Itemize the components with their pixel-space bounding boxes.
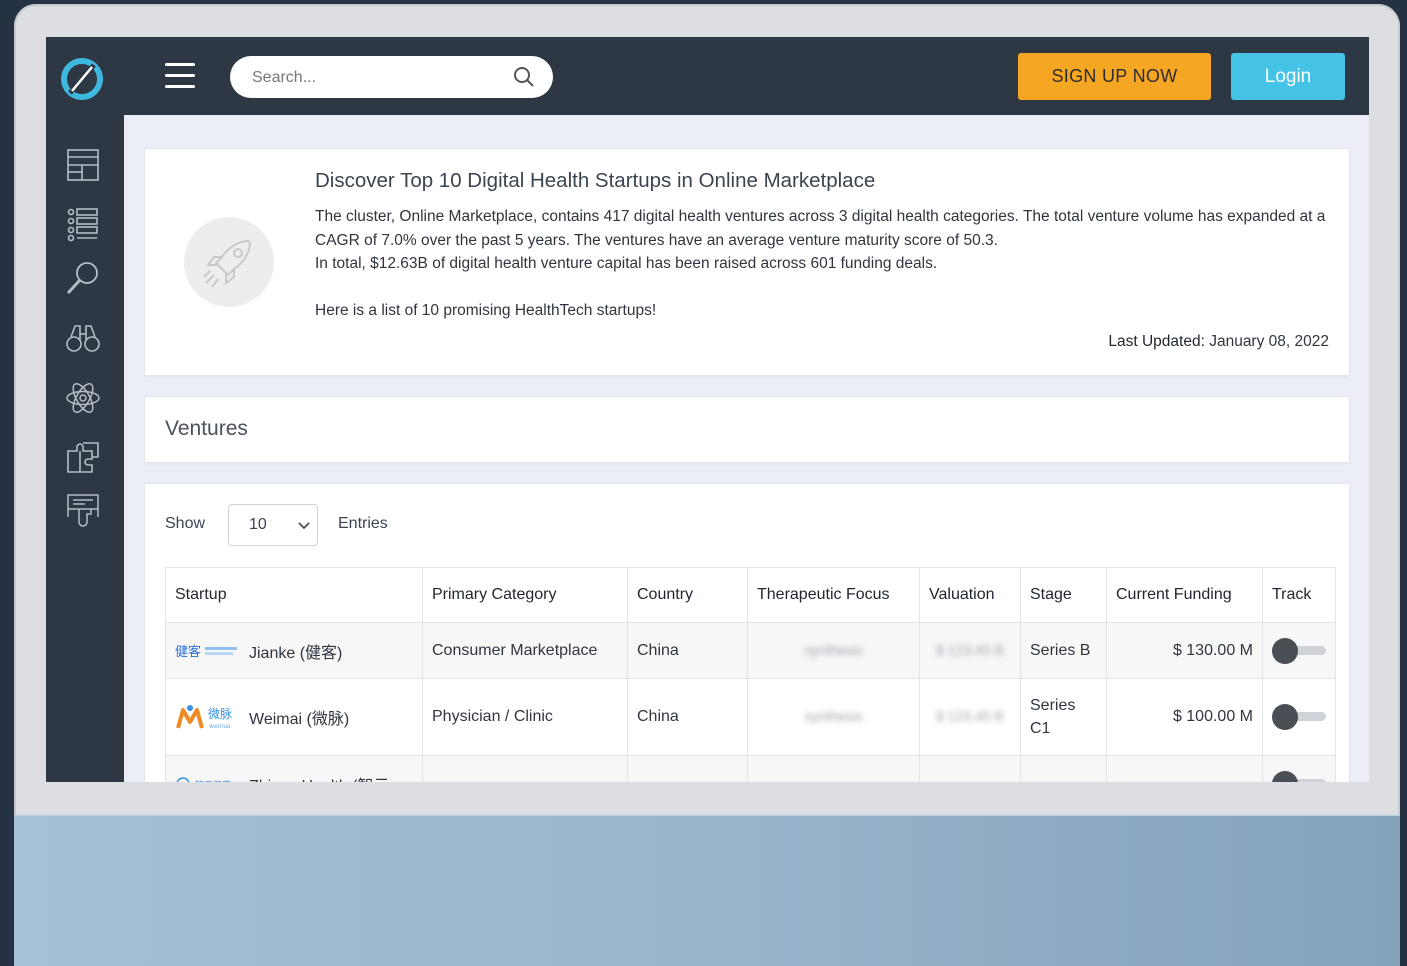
table-row[interactable]: 智云健康 Zhiyun Health (智云	[165, 755, 1336, 783]
sidebar	[46, 37, 124, 782]
toggle-knob	[1272, 704, 1298, 730]
last-updated-date: January 08, 2022	[1209, 333, 1329, 350]
svg-text:微脉: 微脉	[208, 706, 232, 721]
therapeutic-cell: synthesis	[747, 622, 920, 679]
stage-cell: Series C1	[1020, 678, 1107, 756]
binoculars-icon[interactable]	[65, 320, 101, 356]
track-toggle[interactable]	[1272, 704, 1326, 730]
stage-cell: Series B	[1020, 622, 1107, 679]
svg-text:智云健康: 智云健康	[195, 779, 231, 783]
chevron-down-icon	[298, 522, 310, 530]
app-screen: SIGN UP NOW Login Discover Top 10 Digita…	[46, 37, 1369, 782]
valuation-cell	[919, 755, 1021, 782]
search-input[interactable]	[250, 56, 504, 100]
funding-cell: $ 100.00 M	[1106, 678, 1263, 756]
ventures-table-card: Show 10 Entries Startup Primary Category…	[145, 484, 1349, 782]
top-bar: SIGN UP NOW Login	[124, 37, 1369, 115]
rocket-icon	[203, 239, 252, 288]
show-label: Show	[165, 515, 206, 532]
column-header[interactable]: Primary Category	[422, 567, 628, 623]
search-submit-icon[interactable]	[513, 66, 535, 88]
intro-paragraph: Here is a list of 10 promising HealthTec…	[315, 301, 657, 319]
dashboard-icon[interactable]	[65, 147, 101, 183]
list-icon[interactable]	[65, 206, 101, 242]
column-header: Track	[1262, 567, 1336, 623]
ventures-header: Ventures	[145, 397, 1349, 462]
jianke-logo-icon: 健客	[175, 644, 237, 659]
entries-label: Entries	[338, 515, 388, 532]
column-header[interactable]: Startup	[165, 567, 423, 623]
column-header[interactable]: Therapeutic Focus	[747, 567, 920, 623]
svg-text:weimai: weimai	[209, 723, 231, 730]
hamburger-line	[165, 63, 195, 66]
app-logo-icon[interactable]	[60, 57, 104, 101]
blurred-value: synthesis	[804, 708, 863, 724]
puzzle-icon[interactable]	[65, 439, 101, 475]
entries-select[interactable]: 10	[228, 504, 318, 546]
column-header[interactable]: Stage	[1020, 567, 1107, 623]
last-updated: Last Updated: January 08, 2022	[1108, 333, 1329, 351]
table-row[interactable]: 健客 Jianke (健客) Consumer Marketplace Chin…	[165, 622, 1336, 679]
country-cell	[627, 755, 748, 782]
startup-cell[interactable]: 微脉 weimai Weimai (微脉)	[165, 678, 423, 756]
ventures-table: Startup Primary Category Country Therape…	[165, 567, 1336, 782]
section-title: Ventures	[165, 417, 248, 440]
valuation-cell: $ 123.45 B	[919, 678, 1021, 756]
stage-cell	[1020, 755, 1107, 782]
blurred-value: $ 123.45 B	[936, 708, 1004, 724]
search-box	[230, 56, 553, 100]
weimai-logo-icon: 微脉 weimai	[176, 705, 232, 730]
atom-icon[interactable]	[65, 380, 101, 416]
entries-value: 10	[249, 516, 267, 533]
country-cell: China	[627, 622, 748, 679]
startup-name[interactable]: Jianke (健客)	[249, 639, 342, 663]
hand-presentation-icon[interactable]	[65, 492, 101, 528]
blurred-value: $ 123.45 B	[936, 641, 1004, 658]
intro-description: The cluster, Online Marketplace, contain…	[315, 205, 1335, 322]
therapeutic-cell	[747, 755, 920, 782]
login-button[interactable]: Login	[1231, 53, 1345, 100]
menu-toggle-button[interactable]	[165, 63, 195, 89]
startup-name[interactable]: Weimai (微脉)	[249, 705, 349, 729]
funding-cell: $ 130.00 M	[1106, 622, 1263, 679]
search-icon[interactable]	[65, 260, 101, 296]
category-cell: Consumer Marketplace	[422, 622, 628, 679]
toggle-knob	[1272, 637, 1298, 664]
laptop-base	[14, 815, 1400, 966]
intro-paragraph: The cluster, Online Marketplace, contain…	[315, 208, 1326, 249]
last-updated-label: Last Updated:	[1108, 333, 1205, 350]
rocket-badge	[184, 217, 274, 307]
column-header[interactable]: Valuation	[919, 567, 1021, 623]
track-toggle[interactable]	[1272, 770, 1326, 782]
startup-cell[interactable]: 健客 Jianke (健客)	[165, 622, 423, 679]
funding-cell	[1106, 755, 1263, 782]
table-row[interactable]: 微脉 weimai Weimai (微脉) Physician / Clinic…	[165, 678, 1336, 756]
toggle-knob	[1272, 770, 1298, 782]
intro-paragraph: In total, $12.63B of digital health vent…	[315, 255, 938, 272]
track-cell	[1262, 622, 1336, 679]
track-toggle[interactable]	[1272, 637, 1326, 664]
column-header[interactable]: Current Funding	[1106, 567, 1263, 623]
zhiyun-logo-icon: 智云健康	[176, 776, 231, 783]
hamburger-line	[165, 85, 195, 88]
sign-up-button[interactable]: SIGN UP NOW	[1018, 53, 1211, 100]
valuation-cell: $ 123.45 B	[919, 622, 1021, 679]
category-cell: Physician / Clinic	[422, 678, 628, 756]
country-cell: China	[627, 678, 748, 756]
blurred-value: synthesis	[804, 641, 863, 658]
track-cell	[1262, 755, 1336, 782]
table-header-row: Startup Primary Category Country Therape…	[165, 567, 1336, 623]
intro-card: Discover Top 10 Digital Health Startups …	[145, 149, 1349, 375]
category-cell	[422, 755, 628, 782]
column-header[interactable]: Country	[627, 567, 748, 623]
hamburger-line	[165, 74, 195, 77]
svg-text:健客: 健客	[175, 644, 201, 659]
startup-name[interactable]: Zhiyun Health (智云	[249, 772, 390, 783]
page-title: Discover Top 10 Digital Health Startups …	[315, 169, 876, 192]
therapeutic-cell: synthesis	[747, 678, 920, 756]
startup-cell[interactable]: 智云健康 Zhiyun Health (智云	[165, 755, 423, 783]
track-cell	[1262, 678, 1336, 756]
